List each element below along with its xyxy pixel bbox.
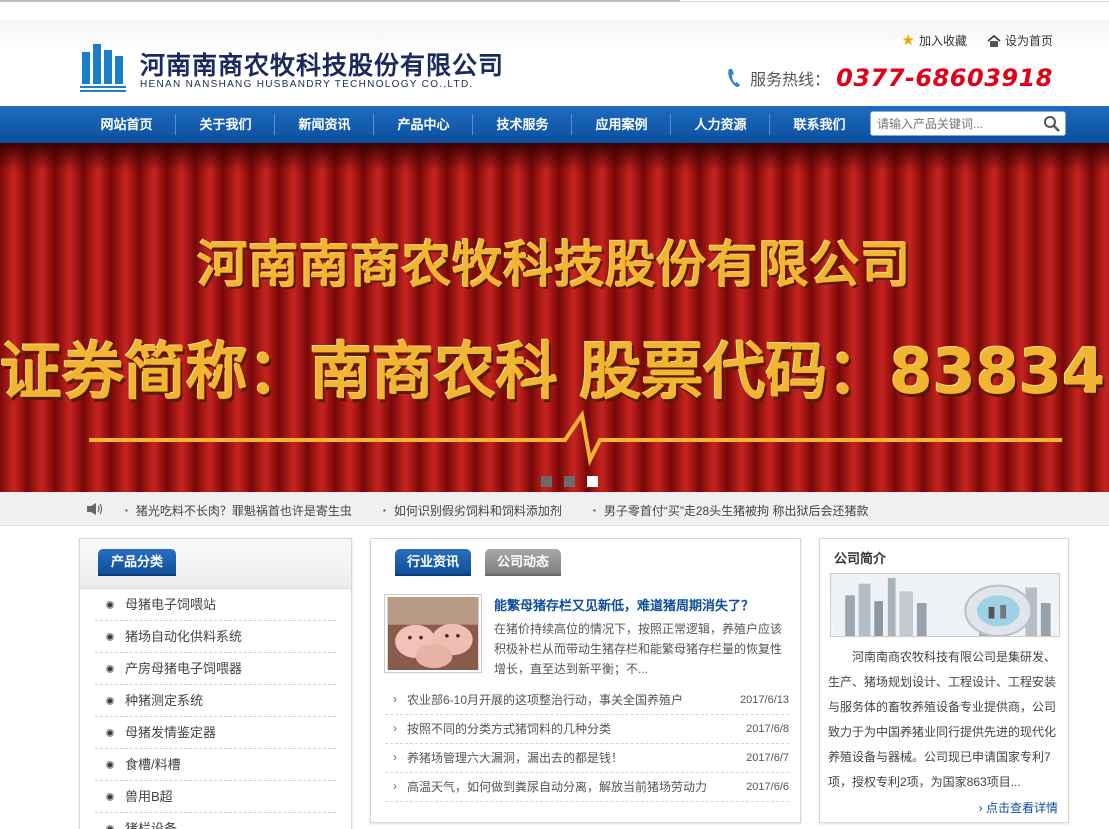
news-title: 农业部6-10月开展的这项整治行动，事关全国养殖户 <box>407 693 684 707</box>
nav-hr[interactable]: 人力资源 <box>671 106 770 143</box>
featured-article-summary: 在猪价持续高位的情况下，按照正常逻辑，养殖户应该积极补栏从而带动生猪存栏和能繁母… <box>494 622 783 676</box>
tab-industry-news[interactable]: 行业资讯 <box>395 549 471 574</box>
nav-news[interactable]: 新闻资讯 <box>275 106 374 143</box>
view-details-label: 点击查看详情 <box>985 801 1058 815</box>
tab-company-news[interactable]: 公司动态 <box>485 549 561 574</box>
product-category-list: 母猪电子饲喂站 猪场自动化供料系统 产房母猪电子饲喂器 种猪测定系统 母猪发情鉴… <box>80 589 351 829</box>
hotline-number: 0377-68603918 <box>836 64 1053 92</box>
category-item[interactable]: 食槽/料槽 <box>95 749 336 781</box>
ticker-item-3[interactable]: 男子零首付“买”走28头生猪被拘 称出狱后会还猪款 <box>593 502 869 519</box>
news-date: 2017/6/7 <box>746 752 789 764</box>
company-logo-icon <box>80 44 126 92</box>
news-date: 2017/6/8 <box>746 723 789 735</box>
nav-cases[interactable]: 应用案例 <box>572 106 671 143</box>
slider-dots <box>541 476 598 487</box>
company-intro-text: 河南南商农牧科技有限公司是集研发、生产、猪场规划设计、工程设计、工程安装与服务体… <box>828 650 1057 789</box>
site-header: 河南南商农牧科技股份有限公司 HENAN NANSHANG HUSBANDRY … <box>0 20 1109 106</box>
featured-article-image[interactable] <box>384 594 482 673</box>
nav-products[interactable]: 产品中心 <box>374 106 473 143</box>
bullet-icon <box>106 729 114 737</box>
view-details-link[interactable]: › 点击查看详情 <box>979 799 1058 816</box>
news-date: 2017/6/13 <box>740 694 789 706</box>
company-name-en: HENAN NANSHANG HUSBANDRY TECHNOLOGY CO.,… <box>140 79 474 90</box>
category-item[interactable]: 兽用B超 <box>95 781 336 813</box>
add-favorite-link[interactable]: ★ 加入收藏 <box>902 32 967 49</box>
speaker-icon <box>87 503 103 515</box>
nav-tech-service[interactable]: 技术服务 <box>473 106 572 143</box>
search-box <box>870 111 1066 136</box>
hotline-label: 服务热线： <box>750 72 831 89</box>
news-item[interactable]: 高温天气，如何做到粪尿自动分离，解放当前猪场劳动力 2017/6/6 <box>385 772 789 802</box>
hero-banner[interactable]: 河南南商农牧科技股份有限公司 证券简称：南商农科 股票代码：838341 <box>0 143 1109 492</box>
bullet-icon <box>106 601 114 609</box>
news-item[interactable]: 农业部6-10月开展的这项整治行动，事关全国养殖户 2017/6/13 <box>385 685 789 715</box>
top-border <box>0 0 1109 2</box>
add-favorite-label: 加入收藏 <box>918 34 967 48</box>
news-date: 2017/6/6 <box>746 781 789 793</box>
news-item[interactable]: 按照不同的分类方式猪饲料的几种分类 2017/6/8 <box>385 714 789 744</box>
bullet-icon <box>106 697 114 705</box>
service-hotline: 服务热线： 0377-68603918 <box>726 64 1053 92</box>
home-icon <box>987 34 1001 47</box>
company-name: 河南南商农牧科技股份有限公司 <box>140 51 505 80</box>
nav-about[interactable]: 关于我们 <box>176 106 275 143</box>
slide-dot-1[interactable] <box>541 476 552 487</box>
featured-article: 能繁母猪存栏又见新低，难道猪周期消失了？ 在猪价持续高位的情况下，按照正常逻辑，… <box>384 594 790 676</box>
phone-icon <box>728 69 741 88</box>
nav-home[interactable]: 网站首页 <box>77 106 176 143</box>
banner-headline: 河南南商农牧科技股份有限公司 <box>197 236 912 294</box>
news-list: 农业部6-10月开展的这项整治行动，事关全国养殖户 2017/6/13 按照不同的… <box>385 685 789 802</box>
tab-product-category[interactable]: 产品分类 <box>98 549 176 574</box>
category-item[interactable]: 母猪电子饲喂站 <box>95 589 336 621</box>
category-item[interactable]: 产房母猪电子饲喂器 <box>95 653 336 685</box>
category-item[interactable]: 种猪测定系统 <box>95 685 336 717</box>
main-nav: 网站首页 关于我们 新闻资讯 产品中心 技术服务 应用案例 人力资源 联系我们 <box>0 106 1109 143</box>
banner-stock-info: 证券简称：南商农科 股票代码：838341 <box>0 335 1109 408</box>
ticker-item-1[interactable]: 猪光吃料不长肉？罪魁祸首也许是寄生虫 <box>125 502 352 519</box>
bullet-icon <box>106 825 114 829</box>
bullet-icon <box>106 633 114 641</box>
news-title: 养猪场管理六大漏洞，漏出去的都是钱！ <box>407 751 624 765</box>
ticker-item-2[interactable]: 如何识别假劣饲料和饲料添加剂 <box>383 502 562 519</box>
category-item[interactable]: 猪栏设备 <box>95 813 336 829</box>
company-intro-image[interactable] <box>830 573 1060 637</box>
slide-dot-2[interactable] <box>564 476 575 487</box>
featured-article-title[interactable]: 能繁母猪存栏又见新低，难道猪周期消失了？ <box>494 595 754 614</box>
category-item[interactable]: 猪场自动化供料系统 <box>95 621 336 653</box>
news-item[interactable]: 养猪场管理六大漏洞，漏出去的都是钱！ 2017/6/7 <box>385 743 789 773</box>
search-input[interactable] <box>871 112 1041 135</box>
slide-dot-3[interactable] <box>587 476 598 487</box>
news-ticker: 猪光吃料不长肉？罪魁祸首也许是寄生虫 如何识别假劣饲料和饲料添加剂 男子零首付“… <box>0 492 1109 526</box>
product-category-panel: 产品分类 母猪电子饲喂站 猪场自动化供料系统 产房母猪电子饲喂器 种猪测定系统 … <box>79 538 352 829</box>
bullet-icon <box>106 793 114 801</box>
search-icon[interactable] <box>1043 115 1061 133</box>
set-homepage-link[interactable]: 设为首页 <box>987 32 1053 49</box>
top-links: ★ 加入收藏 设为首页 <box>902 32 1053 49</box>
news-title: 高温天气，如何做到粪尿自动分离，解放当前猪场劳动力 <box>407 780 708 794</box>
news-title: 按照不同的分类方式猪饲料的几种分类 <box>407 722 612 736</box>
product-panel-header: 产品分类 <box>80 539 351 589</box>
set-homepage-label: 设为首页 <box>1004 34 1053 48</box>
chevron-right-icon: › <box>978 801 983 815</box>
banner-pulse-line <box>89 409 1062 467</box>
company-intro-title: 公司简介 <box>834 551 887 566</box>
category-item[interactable]: 母猪发情鉴定器 <box>95 717 336 749</box>
company-intro-panel: 公司简介 河南南商农牧科技有限公司是集研发、生产、猪场规划设计、工程设计、工程安… <box>819 538 1069 823</box>
star-icon: ★ <box>901 31 915 49</box>
nav-contact[interactable]: 联系我们 <box>770 106 869 143</box>
bullet-icon <box>106 761 114 769</box>
news-panel: 行业资讯 公司动态 能繁母猪存栏又见新低，难道猪周期消失了？ 在猪价持续高位的情… <box>370 538 801 823</box>
bullet-icon <box>106 665 114 673</box>
